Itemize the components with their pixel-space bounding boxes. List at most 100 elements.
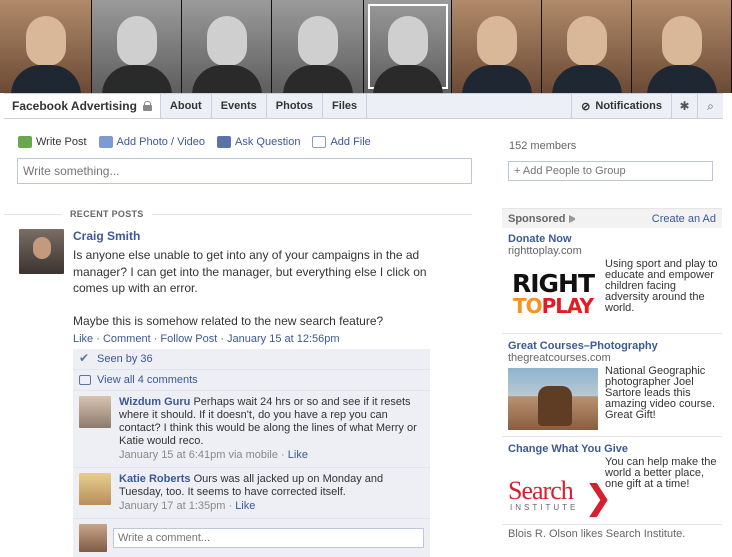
avatar[interactable]	[79, 473, 111, 505]
comments-icon	[79, 375, 91, 385]
avatar[interactable]	[19, 229, 64, 274]
seen-by-row[interactable]: Seen by 36	[73, 349, 430, 370]
comment-text: Katie Roberts Ours was all jacked up on …	[119, 473, 424, 513]
tab-events[interactable]: Events	[212, 94, 267, 118]
composer-actions: Write Post Add Photo / Video Ask Questio…	[18, 136, 371, 148]
settings-button[interactable]: ✱	[671, 94, 697, 118]
comment-author-link[interactable]: Katie Roberts	[119, 473, 191, 485]
comment-like-link[interactable]: Like	[235, 500, 255, 512]
ask-question-label: Ask Question	[235, 136, 301, 148]
member-count[interactable]: 152 members	[509, 140, 576, 152]
add-photo-video-tab[interactable]: Add Photo / Video	[98, 136, 206, 148]
ad-title[interactable]: Donate Now	[508, 233, 723, 245]
logo-line: RIGHT	[511, 269, 595, 298]
tab-spacer	[367, 94, 571, 118]
avatar	[79, 524, 107, 552]
cover-photo[interactable]	[92, 0, 182, 93]
post-actions[interactable]: Like · Comment · Follow Post · January 1…	[73, 333, 340, 345]
notifications-label: Notifications	[595, 100, 662, 112]
cover-photo[interactable]	[182, 0, 272, 93]
view-all-comments-row[interactable]: View all 4 comments	[73, 370, 430, 391]
ad-separator	[502, 333, 722, 334]
avatar[interactable]	[79, 396, 111, 428]
megaphone-icon	[569, 214, 579, 223]
logo-line: TOPLAY	[512, 294, 594, 318]
write-post-icon	[18, 136, 32, 148]
tab-photos[interactable]: Photos	[267, 94, 324, 118]
post-body: Is anyone else unable to get into any of…	[73, 247, 443, 345]
write-post-tab[interactable]: Write Post	[18, 136, 87, 148]
cover-photo[interactable]	[364, 0, 452, 93]
search-button[interactable]: ⌕	[697, 94, 723, 118]
post-paragraph: Maybe this is somehow related to the new…	[73, 313, 384, 328]
cover-photo-strip	[0, 0, 732, 93]
cover-photo[interactable]	[0, 0, 92, 93]
comment: Katie Roberts Ours was all jacked up on …	[73, 468, 430, 519]
write-comment-row	[73, 519, 430, 557]
ad-right-to-play[interactable]: Donate Now righttoplay.com RIGHT TOPLAY …	[508, 233, 723, 323]
comment-text: Wizdum Guru Perhaps wait 24 hrs or so an…	[119, 396, 424, 462]
ad-copy: You can help make the world a better pla…	[605, 456, 717, 490]
view-all-comments-link[interactable]: View all 4 comments	[97, 374, 198, 386]
ad-copy: Using sport and play to educate and empo…	[605, 258, 718, 314]
cover-photo[interactable]	[632, 0, 732, 93]
logo-part: TO	[512, 294, 543, 318]
sponsored-header: Sponsored Create an Ad	[502, 208, 722, 228]
social-context: Blois R. Olson likes Search Institute.	[508, 528, 686, 540]
ad-search-institute[interactable]: Change What You Give Search INSTITUTE ❯ …	[508, 443, 723, 523]
write-something-input[interactable]	[17, 158, 472, 184]
comment-meta: January 17 at 1:35pm · Like	[119, 500, 424, 513]
comment-meta: January 15 at 6:41pm via mobile · Like	[119, 449, 424, 462]
seen-by-label: Seen by 36	[97, 353, 153, 365]
recent-posts-label: RECENT POSTS	[62, 209, 152, 219]
ad-great-courses[interactable]: Great Courses–Photography thegreatcourse…	[508, 340, 723, 432]
add-people-input[interactable]	[508, 161, 713, 181]
comments-panel: Seen by 36 View all 4 comments Wizdum Gu…	[73, 349, 430, 557]
post-author-link[interactable]: Craig Smith	[73, 229, 140, 243]
question-icon	[217, 136, 232, 148]
write-post-label: Write Post	[36, 136, 87, 148]
ad-title[interactable]: Great Courses–Photography	[508, 340, 723, 352]
cover-photo[interactable]	[452, 0, 542, 93]
ad-copy: National Geographic photographer Joel Sa…	[605, 365, 716, 421]
add-file-tab[interactable]: Add File	[312, 136, 371, 148]
search-institute-logo[interactable]: Search INSTITUTE ❯	[508, 473, 613, 517]
group-tab-bar: Facebook Advertising About Events Photos…	[4, 93, 723, 119]
notifications-button[interactable]: ⊘ Notifications	[571, 94, 671, 118]
add-file-label: Add File	[330, 136, 371, 148]
cover-photo[interactable]	[542, 0, 632, 93]
search-icon: ⌕	[707, 98, 714, 113]
comment-timestamp: January 17 at 1:35pm ·	[119, 500, 236, 512]
logo-part: PLAY	[541, 294, 594, 318]
create-ad-link[interactable]: Create an Ad	[652, 213, 716, 225]
ad-photo[interactable]	[508, 368, 598, 430]
ad-title[interactable]: Change What You Give	[508, 443, 723, 455]
no-entry-icon: ⊘	[581, 100, 591, 113]
group-name: Facebook Advertising	[12, 99, 137, 113]
tab-about[interactable]: About	[161, 94, 212, 118]
comment-timestamp: January 15 at 6:41pm via mobile ·	[119, 449, 288, 461]
file-icon	[312, 136, 327, 148]
add-photo-label: Add Photo / Video	[116, 136, 206, 148]
tab-files[interactable]: Files	[323, 94, 368, 118]
write-comment-input[interactable]	[113, 528, 424, 548]
comment: Wizdum Guru Perhaps wait 24 hrs or so an…	[73, 391, 430, 468]
photo-icon	[98, 136, 113, 148]
group-title[interactable]: Facebook Advertising	[4, 94, 161, 118]
check-icon	[79, 351, 91, 365]
ask-question-tab[interactable]: Ask Question	[217, 136, 300, 148]
ad-separator	[502, 524, 722, 525]
post-actions-text[interactable]: Like · Comment · Follow Post · January 1…	[73, 333, 340, 345]
lock-icon	[142, 101, 152, 111]
comment-like-link[interactable]: Like	[288, 449, 308, 461]
ad-domain: righttoplay.com	[508, 245, 582, 257]
sponsored-label: Sponsored	[508, 213, 579, 225]
gear-icon: ✱	[679, 99, 690, 113]
cover-photo[interactable]	[272, 0, 364, 93]
ad-domain: thegreatcourses.com	[508, 352, 611, 364]
comment-author-link[interactable]: Wizdum Guru	[119, 396, 190, 408]
ad-separator	[502, 436, 722, 437]
right-to-play-logo[interactable]: RIGHT TOPLAY	[508, 266, 598, 322]
sponsored-text: Sponsored	[508, 212, 566, 225]
post-paragraph: Is anyone else unable to get into any of…	[73, 248, 427, 295]
